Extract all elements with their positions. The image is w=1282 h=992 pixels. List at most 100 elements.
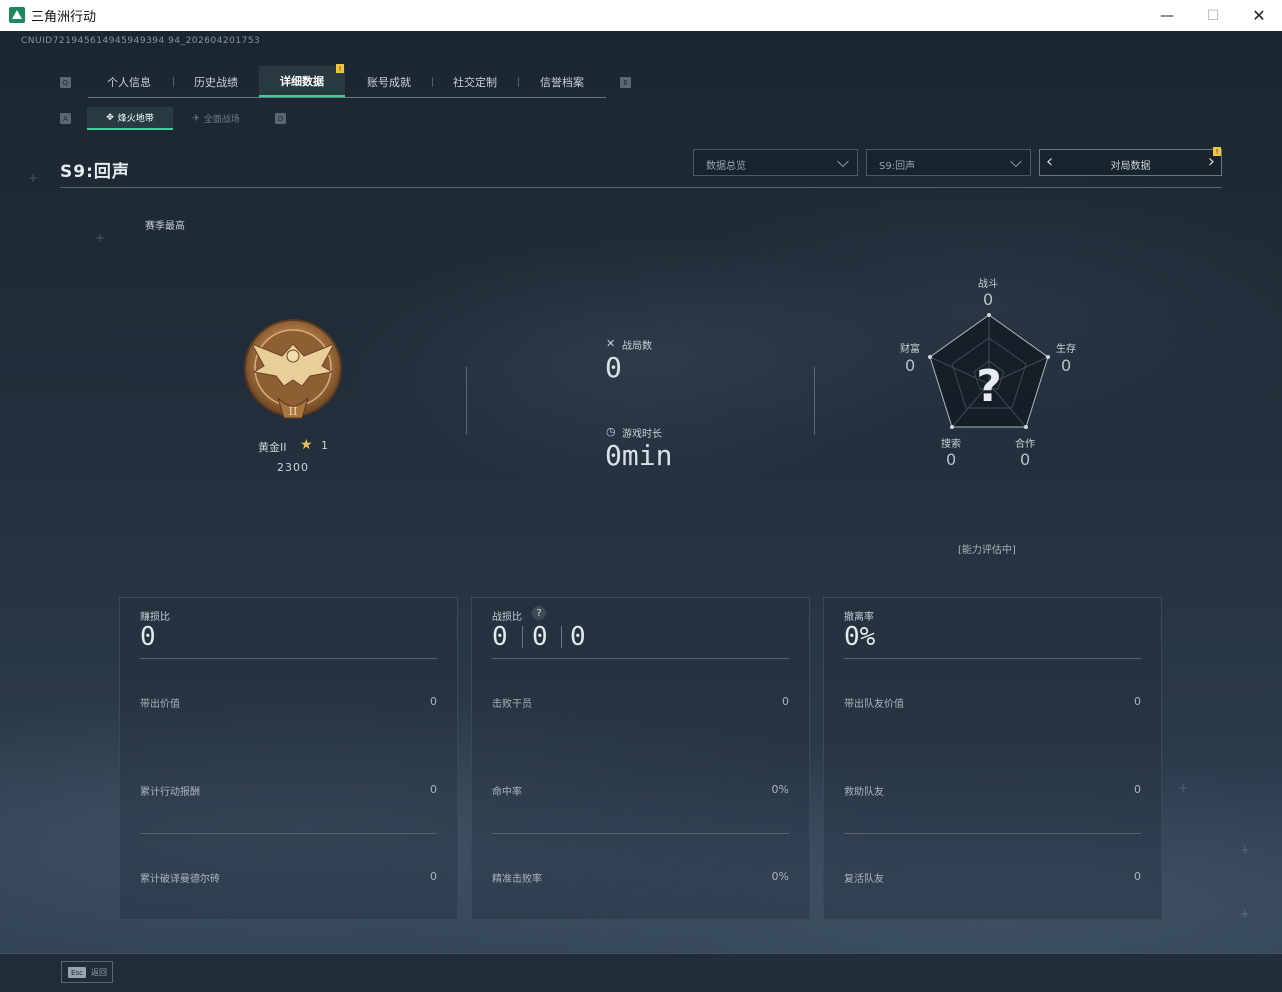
minimize-button[interactable]: —: [1144, 0, 1190, 31]
total-rewards-label: 累计行动报酬: [140, 787, 200, 798]
kd-ratio-label: 战损比: [492, 612, 522, 623]
playtime-value: 0min: [605, 439, 673, 472]
operations-icon: ✥: [106, 112, 114, 123]
subtab-prev-key-hint[interactable]: A: [60, 113, 71, 124]
radar-search-value: 0: [946, 450, 957, 469]
radar-cooperation-label: 合作: [1015, 439, 1035, 450]
mandel-bricks-label: 累计破译曼德尔砖: [140, 874, 220, 885]
headshot-rate-value: 0%: [771, 870, 789, 883]
chevron-down-icon: ⌵: [836, 152, 849, 171]
operators-defeated-value: 0: [782, 695, 789, 708]
ability-radar-chart: ?: [928, 313, 1050, 429]
radar-search-label: 搜索: [941, 439, 961, 450]
radar-combat-value: 0: [983, 290, 994, 309]
revive-teammates-label: 复活队友: [844, 874, 884, 885]
bottom-bar: Esc 返回: [0, 953, 1282, 992]
radar-wealth-label: 财富: [900, 344, 920, 355]
teammate-value-label: 带出队友价值: [844, 699, 904, 710]
help-icon[interactable]: ?: [532, 606, 546, 620]
radar-cooperation-value: 0: [1020, 450, 1031, 469]
profit-ratio-panel: 赚损比 0 带出价值 0 累计行动报酬 0 累计破译曼德尔砖 0: [119, 597, 458, 920]
panel-divider: [492, 658, 789, 659]
warfare-icon: ✈: [192, 113, 200, 124]
kills-value: 0: [492, 622, 508, 652]
tab-detailed-data[interactable]: 详细数据: [259, 66, 345, 97]
tab-social-custom[interactable]: 社交定制: [433, 66, 517, 97]
close-button[interactable]: ✕: [1236, 0, 1282, 31]
total-rewards-value: 0: [430, 783, 437, 796]
deaths-value: 0: [532, 622, 548, 652]
decor-plus-icon: +: [1240, 907, 1251, 921]
game-window: 三角洲行动 — ☐ ✕ CNUID721945614945949394 94_2…: [0, 0, 1282, 992]
maximize-button[interactable]: ☐: [1190, 0, 1236, 31]
subtab-operations[interactable]: ✥ 烽火地带: [87, 107, 173, 130]
panel-divider: [844, 833, 1141, 834]
panel-divider: [844, 658, 1141, 659]
radar-center-mark: ?: [976, 361, 1002, 412]
decor-plus-icon: +: [1178, 781, 1189, 795]
accuracy-label: 命中率: [492, 787, 522, 798]
profit-ratio-label: 赚损比: [140, 612, 170, 623]
season-divider: [60, 187, 1222, 188]
extraction-rate-value: 0%: [844, 622, 876, 652]
extracted-value: 0: [430, 695, 437, 708]
pager-label[interactable]: 对局数据: [1040, 157, 1221, 172]
title-bar: 三角洲行动 — ☐ ✕: [0, 0, 1282, 32]
window-title: 三角洲行动: [31, 10, 97, 25]
tab-reputation[interactable]: 信誉档案: [519, 66, 605, 97]
playtime-label: 游戏时长: [622, 429, 662, 440]
matches-value: 0: [605, 351, 622, 384]
kd-divider: [522, 626, 523, 648]
tab-notification-badge: !: [336, 64, 344, 73]
kd-divider: [561, 626, 562, 648]
subtab-operations-label: 烽火地带: [117, 114, 154, 124]
extracted-value-label: 带出价值: [140, 699, 180, 710]
tab-achievements[interactable]: 账号成就: [347, 66, 431, 97]
delta-force-logo-icon: [9, 7, 25, 23]
back-button[interactable]: Esc 返回: [61, 961, 113, 983]
operators-defeated-label: 击败干员: [492, 699, 532, 710]
data-overview-dropdown[interactable]: 数据总览 ⌵: [693, 149, 858, 176]
subtab-warfare[interactable]: ✈ 全面战场: [176, 107, 256, 130]
season-title: S9:回声: [60, 162, 130, 182]
rank-star-count: 1: [321, 439, 328, 452]
pager-notification-badge: !: [1213, 147, 1221, 156]
panel-divider: [140, 833, 437, 834]
section-divider: [814, 367, 815, 435]
mandel-bricks-value: 0: [430, 870, 437, 883]
subtab-next-key-hint[interactable]: D: [275, 113, 286, 124]
rescue-teammates-value: 0: [1134, 783, 1141, 796]
profit-ratio-value: 0: [140, 622, 156, 652]
radar-survival-label: 生存: [1056, 344, 1076, 355]
revive-teammates-value: 0: [1134, 870, 1141, 883]
ability-evaluating-status: [能力评估中]: [958, 545, 1016, 556]
season-best-label: 赛季最高: [145, 221, 185, 232]
assists-value: 0: [570, 622, 586, 652]
subtab-warfare-label: 全面战场: [203, 115, 240, 125]
panel-divider: [140, 658, 437, 659]
dropdown-label: 数据总览: [706, 161, 746, 172]
matches-label: 战局数: [622, 341, 652, 352]
radar-survival-value: 0: [1061, 356, 1072, 375]
crossed-swords-icon: ✕: [606, 337, 616, 350]
rank-score: 2300: [277, 461, 309, 474]
rescue-teammates-label: 救助队友: [844, 787, 884, 798]
accuracy-value: 0%: [771, 783, 789, 796]
radar-wealth-value: 0: [905, 356, 916, 375]
extraction-rate-panel: 撤离率 0% 带出队友价值 0 救助队友 0 复活队友 0: [823, 597, 1162, 920]
extraction-rate-label: 撤离率: [844, 612, 874, 623]
tab-match-history[interactable]: 历史战绩: [174, 66, 258, 97]
decor-plus-icon: +: [1240, 843, 1251, 857]
season-dropdown[interactable]: S9:回声 ⌵: [866, 149, 1031, 176]
match-data-pager: ‹ 对局数据 ›: [1039, 149, 1222, 176]
panel-divider: [492, 833, 789, 834]
dropdown-label: S9:回声: [879, 161, 916, 172]
kd-ratio-panel: 战损比 ? 0 0 0 击败干员 0 命中率 0% 精准击败率 0%: [471, 597, 810, 920]
uid-text: CNUID721945614945949394 94_202604201753: [21, 36, 261, 46]
tab-prev-key-hint[interactable]: Q: [60, 77, 71, 88]
section-divider: [466, 367, 467, 435]
tab-personal-info[interactable]: 个人信息: [88, 66, 170, 97]
tab-next-key-hint[interactable]: E: [620, 77, 631, 88]
decor-plus-icon: +: [28, 171, 39, 185]
main-tab-bar: 个人信息 历史战绩 详细数据 账号成就 社交定制 信誉档案: [88, 66, 606, 98]
